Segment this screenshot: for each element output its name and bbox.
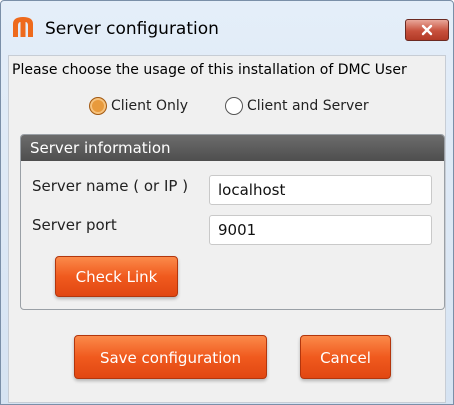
window-title: Server configuration [45, 19, 219, 39]
save-configuration-button[interactable]: Save configuration [74, 335, 267, 379]
panel-title: Server information [21, 135, 444, 161]
title-bar[interactable]: Server configuration [1, 1, 453, 56]
dmc-logo-icon [11, 15, 35, 39]
cancel-button[interactable]: Cancel [300, 335, 391, 379]
usage-prompt: Please choose the usage of this installa… [12, 62, 407, 78]
close-button[interactable] [405, 19, 449, 41]
check-link-button[interactable]: Check Link [55, 256, 178, 297]
radio-client-only-label: Client Only [111, 98, 189, 114]
radio-unselected-indicator [225, 97, 243, 115]
radio-selected-indicator [89, 97, 107, 115]
server-name-input[interactable] [209, 175, 432, 205]
server-port-label: Server port [32, 216, 117, 234]
usage-radio-group: Client Only Client and Server [0, 97, 454, 117]
radio-client-and-server-label: Client and Server [247, 98, 369, 114]
server-name-label: Server name ( or IP ) [32, 177, 189, 195]
server-port-input[interactable] [209, 215, 432, 245]
close-icon [421, 24, 433, 36]
